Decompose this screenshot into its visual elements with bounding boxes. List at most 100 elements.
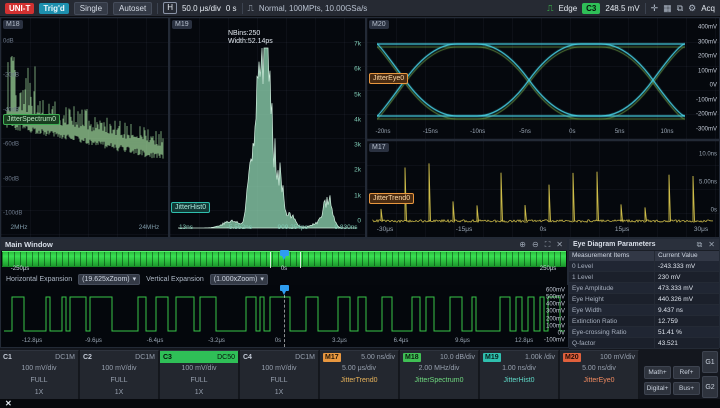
- strip-value: 1X: [80, 387, 158, 399]
- trigger-type[interactable]: Edge: [558, 4, 577, 13]
- display-icon[interactable]: ▦: [663, 2, 672, 14]
- channel-coupling: 5.00 ns/div: [361, 354, 395, 361]
- measurement-value: 51.41 %: [655, 327, 719, 337]
- table-row[interactable]: Extinction Ratio12.759: [569, 316, 719, 327]
- channel-coupling: DC1M: [135, 354, 155, 361]
- strip-value: 100 mV/div: [160, 363, 238, 375]
- horizontal-menu-button[interactable]: H: [163, 2, 177, 14]
- settings-icon[interactable]: ⚙: [688, 2, 696, 14]
- strip-header: M191.00k /div: [480, 351, 558, 363]
- brand-logo: UNI-T: [5, 3, 34, 14]
- measurement-item: 0 Level: [569, 261, 655, 271]
- trigger-status-badge: Trig'd: [39, 3, 68, 14]
- vertical-expansion-label: Vertical Expansion: [146, 276, 204, 283]
- channel-strip-c2[interactable]: C2DC1M100 mV/divFULL1X: [80, 350, 159, 399]
- table-row[interactable]: Eye-crossing Ratio51.41 %: [569, 327, 719, 338]
- strip-value: FULL: [160, 375, 238, 387]
- jitter-spectrum-panel: M18 0dB-20dB-40dB-60dB-80dB-100dB 2MHz24…: [0, 17, 169, 238]
- strip-value: 1X: [0, 387, 78, 399]
- bus-add-button[interactable]: Bus+: [673, 382, 700, 395]
- group-tab-g2[interactable]: G2: [702, 376, 718, 398]
- strip-value: FULL: [80, 375, 158, 387]
- group-tab-g1[interactable]: G1: [702, 351, 718, 373]
- overview-time-label: 250μs: [540, 266, 556, 273]
- table-row[interactable]: 0 Level-243.333 mV: [569, 261, 719, 272]
- zoom-out-icon[interactable]: ⊖: [532, 240, 539, 250]
- channel-strip-c4[interactable]: C4DC1M100 mV/divFULL1X: [240, 350, 319, 399]
- cursor-icon[interactable]: ✛: [651, 2, 659, 14]
- channel-strip-m18[interactable]: M1810.0 dB/div2.00 MHz/divJitterSpectrum…: [400, 350, 479, 399]
- channel-strip-c3[interactable]: C3DC50100 mV/divFULL1X: [160, 350, 239, 399]
- strip-value: [400, 387, 478, 399]
- expansion-controls: Horizontal Expansion (19.625xZoom) ▾ Ver…: [2, 273, 566, 285]
- channel-coupling: DC50: [217, 354, 235, 361]
- spectrum-waveform: [1, 18, 168, 237]
- trace-label-chip[interactable]: JitterHist0: [171, 202, 210, 213]
- ref-add-button[interactable]: Ref+: [673, 366, 700, 379]
- trace-label-chip[interactable]: JitterSpectrum0: [3, 114, 60, 125]
- strip-value: [320, 387, 398, 399]
- channel-strip-bar: C1DC1M100 mV/divFULL1XC2DC1M100 mV/divFU…: [0, 350, 640, 399]
- save-icon[interactable]: ⧉: [677, 2, 683, 14]
- trigger-level[interactable]: 248.5 mV: [605, 4, 639, 13]
- autoset-button[interactable]: Autoset: [113, 2, 152, 15]
- strip-value: 2.00 MHz/div: [400, 363, 478, 375]
- trace-name: JitterSpectrum0: [400, 375, 478, 387]
- trace-label-chip[interactable]: JitterTrend0: [369, 193, 414, 204]
- oscilloscope-screen: UNI-T Trig'd Single Autoset H 50.0 μs/di…: [0, 0, 720, 408]
- single-button[interactable]: Single: [74, 2, 108, 15]
- edge-trigger-icon: ⎍: [547, 2, 553, 14]
- channel-coupling: 100 mV/div: [600, 354, 635, 361]
- channel-strip-m20[interactable]: M20100 mV/div5.00 ns/divJitterEye0: [560, 350, 639, 399]
- measurement-item: 1 Level: [569, 272, 655, 282]
- trigger-source-badge[interactable]: C3: [582, 3, 600, 14]
- main-window-panel: Main Window ⊕ ⊖ ⛶ ✕ -250μs0s250μs Horizo…: [0, 238, 568, 348]
- horizontal-scale[interactable]: 50.0 μs/div: [182, 4, 221, 13]
- eye-parameters-header: Eye Diagram Parameters ⧉ ✕: [569, 239, 719, 251]
- fit-icon[interactable]: ⛶: [545, 240, 551, 250]
- top-toolbar: UNI-T Trig'd Single Autoset H 50.0 μs/di…: [0, 0, 720, 17]
- strip-header: M1810.0 dB/div: [400, 351, 478, 363]
- acq-button[interactable]: Acq: [701, 4, 715, 13]
- close-icon[interactable]: ✕: [556, 240, 563, 250]
- digital-add-button[interactable]: Digital+: [644, 382, 671, 395]
- zoom-in-icon[interactable]: ⊕: [519, 240, 526, 250]
- zoom-region-right-handle[interactable]: [300, 252, 301, 268]
- channel-strip-m17[interactable]: M175.00 ns/div5.00 μs/divJitterTrend0: [320, 350, 399, 399]
- close-icon[interactable]: ✕: [708, 240, 715, 250]
- eye-parameters-rows: 0 Level-243.333 mV1 Level230 mVEye Ampli…: [569, 261, 719, 349]
- strip-header: C4DC1M: [240, 351, 318, 363]
- strip-value: 100 mV/div: [0, 363, 78, 375]
- overview-time-label: -250μs: [11, 266, 29, 273]
- quick-menu-x-icon[interactable]: ✕: [5, 399, 12, 408]
- strip-value: FULL: [240, 375, 318, 387]
- zoom-region-left-handle[interactable]: [270, 252, 271, 268]
- zoom-region-marker[interactable]: [280, 250, 289, 256]
- zoom-center-marker[interactable]: [280, 285, 289, 291]
- trace-label-chip[interactable]: JitterEye0: [369, 73, 408, 84]
- zoom-window[interactable]: 600mV500mV400mV300mV200mV100mV0V-100mV -…: [2, 285, 568, 347]
- eye-parameters-panel: Eye Diagram Parameters ⧉ ✕ Measurement I…: [568, 238, 720, 348]
- strip-value: 1.00 ns/div: [480, 363, 558, 375]
- table-row[interactable]: Eye Width9.437 ns: [569, 305, 719, 316]
- chevron-down-icon: ▾: [133, 275, 137, 284]
- trace-name: JitterHist0: [480, 375, 558, 387]
- table-row[interactable]: Eye Height440.326 mV: [569, 294, 719, 305]
- channel-strip-m19[interactable]: M191.00k /div1.00 ns/divJitterHist0: [480, 350, 559, 399]
- trace-name: JitterTrend0: [320, 375, 398, 387]
- copy-icon[interactable]: ⧉: [697, 240, 703, 250]
- math-add-button[interactable]: Math+: [644, 366, 671, 379]
- horizontal-offset[interactable]: 0 s: [226, 4, 237, 13]
- horizontal-expansion-dropdown[interactable]: (19.625xZoom) ▾: [78, 274, 140, 285]
- main-window-title: Main Window: [5, 240, 53, 249]
- strip-header: C2DC1M: [80, 351, 158, 363]
- strip-value: 100 mV/div: [80, 363, 158, 375]
- table-row[interactable]: Q-factor43.521: [569, 338, 719, 349]
- channel-strip-c1[interactable]: C1DC1M100 mV/divFULL1X: [0, 350, 79, 399]
- channel-coupling: 1.00k /div: [525, 354, 555, 361]
- vertical-expansion-dropdown[interactable]: (1.000xZoom) ▾: [210, 274, 268, 285]
- horizontal-expansion-label: Horizontal Expansion: [6, 276, 72, 283]
- table-row[interactable]: Eye Amplitude473.333 mV: [569, 283, 719, 294]
- vertical-expansion-value: (1.000xZoom): [214, 275, 258, 284]
- table-row[interactable]: 1 Level230 mV: [569, 272, 719, 283]
